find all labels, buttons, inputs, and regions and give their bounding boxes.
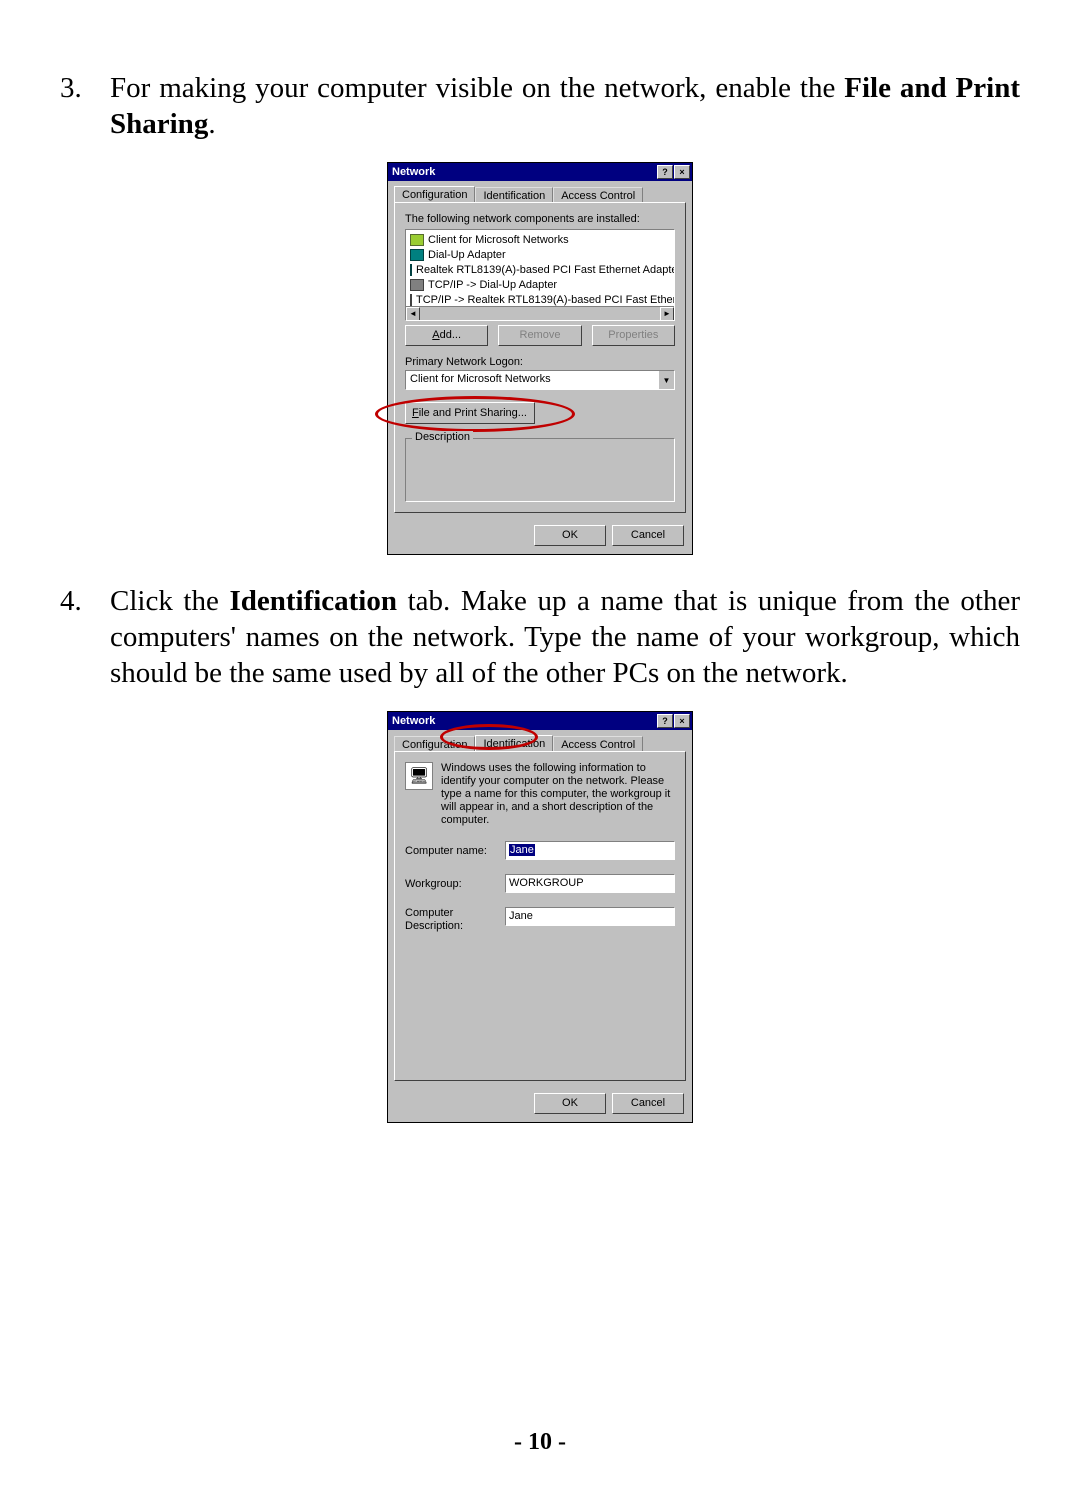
add-button[interactable]: Add... — [405, 325, 488, 346]
properties-button[interactable]: Properties — [592, 325, 675, 346]
computer-name-label: Computer name: — [405, 845, 505, 857]
identification-description: Windows uses the following information t… — [441, 762, 675, 827]
titlebar: Network ? × — [388, 163, 692, 181]
instruction-step-3: 3. For making your computer visible on t… — [60, 70, 1020, 142]
dialog-title: Network — [392, 715, 656, 727]
description-label: Description — [412, 431, 473, 443]
close-button[interactable]: × — [674, 165, 690, 179]
list-item[interactable]: TCP/IP -> Dial-Up Adapter — [408, 277, 672, 292]
computer-name-input[interactable]: Jane — [505, 841, 675, 860]
close-button[interactable]: × — [674, 714, 690, 728]
client-icon — [410, 234, 424, 246]
file-print-sharing-button[interactable]: File and Print Sharing... — [405, 402, 535, 424]
adapter-icon — [410, 264, 412, 276]
tab-configuration[interactable]: Configuration — [394, 186, 475, 203]
computer-icon: 🖥 — [405, 762, 433, 790]
tab-strip: Configuration Identification Access Cont… — [388, 181, 692, 202]
scroll-right-icon[interactable]: ► — [660, 307, 674, 321]
tab-panel-configuration: The following network components are ins… — [394, 202, 686, 513]
dialog-title: Network — [392, 166, 656, 178]
instruction-step-4: 4. Click the Identification tab. Make up… — [60, 583, 1020, 691]
help-button[interactable]: ? — [657, 714, 673, 728]
ok-button[interactable]: OK — [534, 525, 606, 546]
tab-strip: Configuration Identification Access Cont… — [388, 730, 692, 751]
chevron-down-icon[interactable]: ▼ — [658, 371, 674, 389]
installed-caption: The following network components are ins… — [405, 213, 675, 225]
adapter-icon — [410, 249, 424, 261]
step-text: Click the Identification tab. Make up a … — [110, 583, 1020, 691]
help-button[interactable]: ? — [657, 165, 673, 179]
list-item[interactable]: Realtek RTL8139(A)-based PCI Fast Ethern… — [408, 262, 672, 277]
computer-description-label: Computer Description: — [405, 907, 505, 933]
step-number: 4. — [60, 583, 110, 691]
network-dialog-configuration: Network ? × Configuration Identification… — [387, 162, 693, 555]
titlebar: Network ? × — [388, 712, 692, 730]
protocol-icon — [410, 279, 424, 291]
tab-identification[interactable]: Identification — [475, 735, 553, 752]
workgroup-label: Workgroup: — [405, 878, 505, 890]
primary-logon-combo[interactable]: Client for Microsoft Networks ▼ — [405, 370, 675, 390]
list-item[interactable]: Client for Microsoft Networks — [408, 232, 672, 247]
scroll-left-icon[interactable]: ◄ — [406, 307, 420, 321]
protocol-icon — [410, 294, 412, 306]
computer-description-input[interactable]: Jane — [505, 907, 675, 926]
description-groupbox: Description — [405, 438, 675, 502]
tab-panel-identification: 🖥 Windows uses the following information… — [394, 751, 686, 1081]
primary-logon-label: Primary Network Logon: — [405, 356, 675, 368]
step-number: 3. — [60, 70, 110, 142]
step-text: For making your computer visible on the … — [110, 70, 1020, 142]
list-item[interactable]: TCP/IP -> Realtek RTL8139(A)-based PCI F… — [408, 292, 672, 307]
remove-button[interactable]: Remove — [498, 325, 581, 346]
cancel-button[interactable]: Cancel — [612, 1093, 684, 1114]
workgroup-input[interactable]: WORKGROUP — [505, 874, 675, 893]
page-number: - 10 - — [0, 1429, 1080, 1456]
horizontal-scrollbar[interactable]: ◄ ► — [406, 306, 674, 320]
network-dialog-identification: Network ? × Configuration Identification… — [387, 711, 693, 1123]
primary-logon-value: Client for Microsoft Networks — [406, 371, 658, 389]
cancel-button[interactable]: Cancel — [612, 525, 684, 546]
components-listbox[interactable]: Client for Microsoft Networks Dial-Up Ad… — [405, 229, 675, 321]
list-item[interactable]: Dial-Up Adapter — [408, 247, 672, 262]
ok-button[interactable]: OK — [534, 1093, 606, 1114]
